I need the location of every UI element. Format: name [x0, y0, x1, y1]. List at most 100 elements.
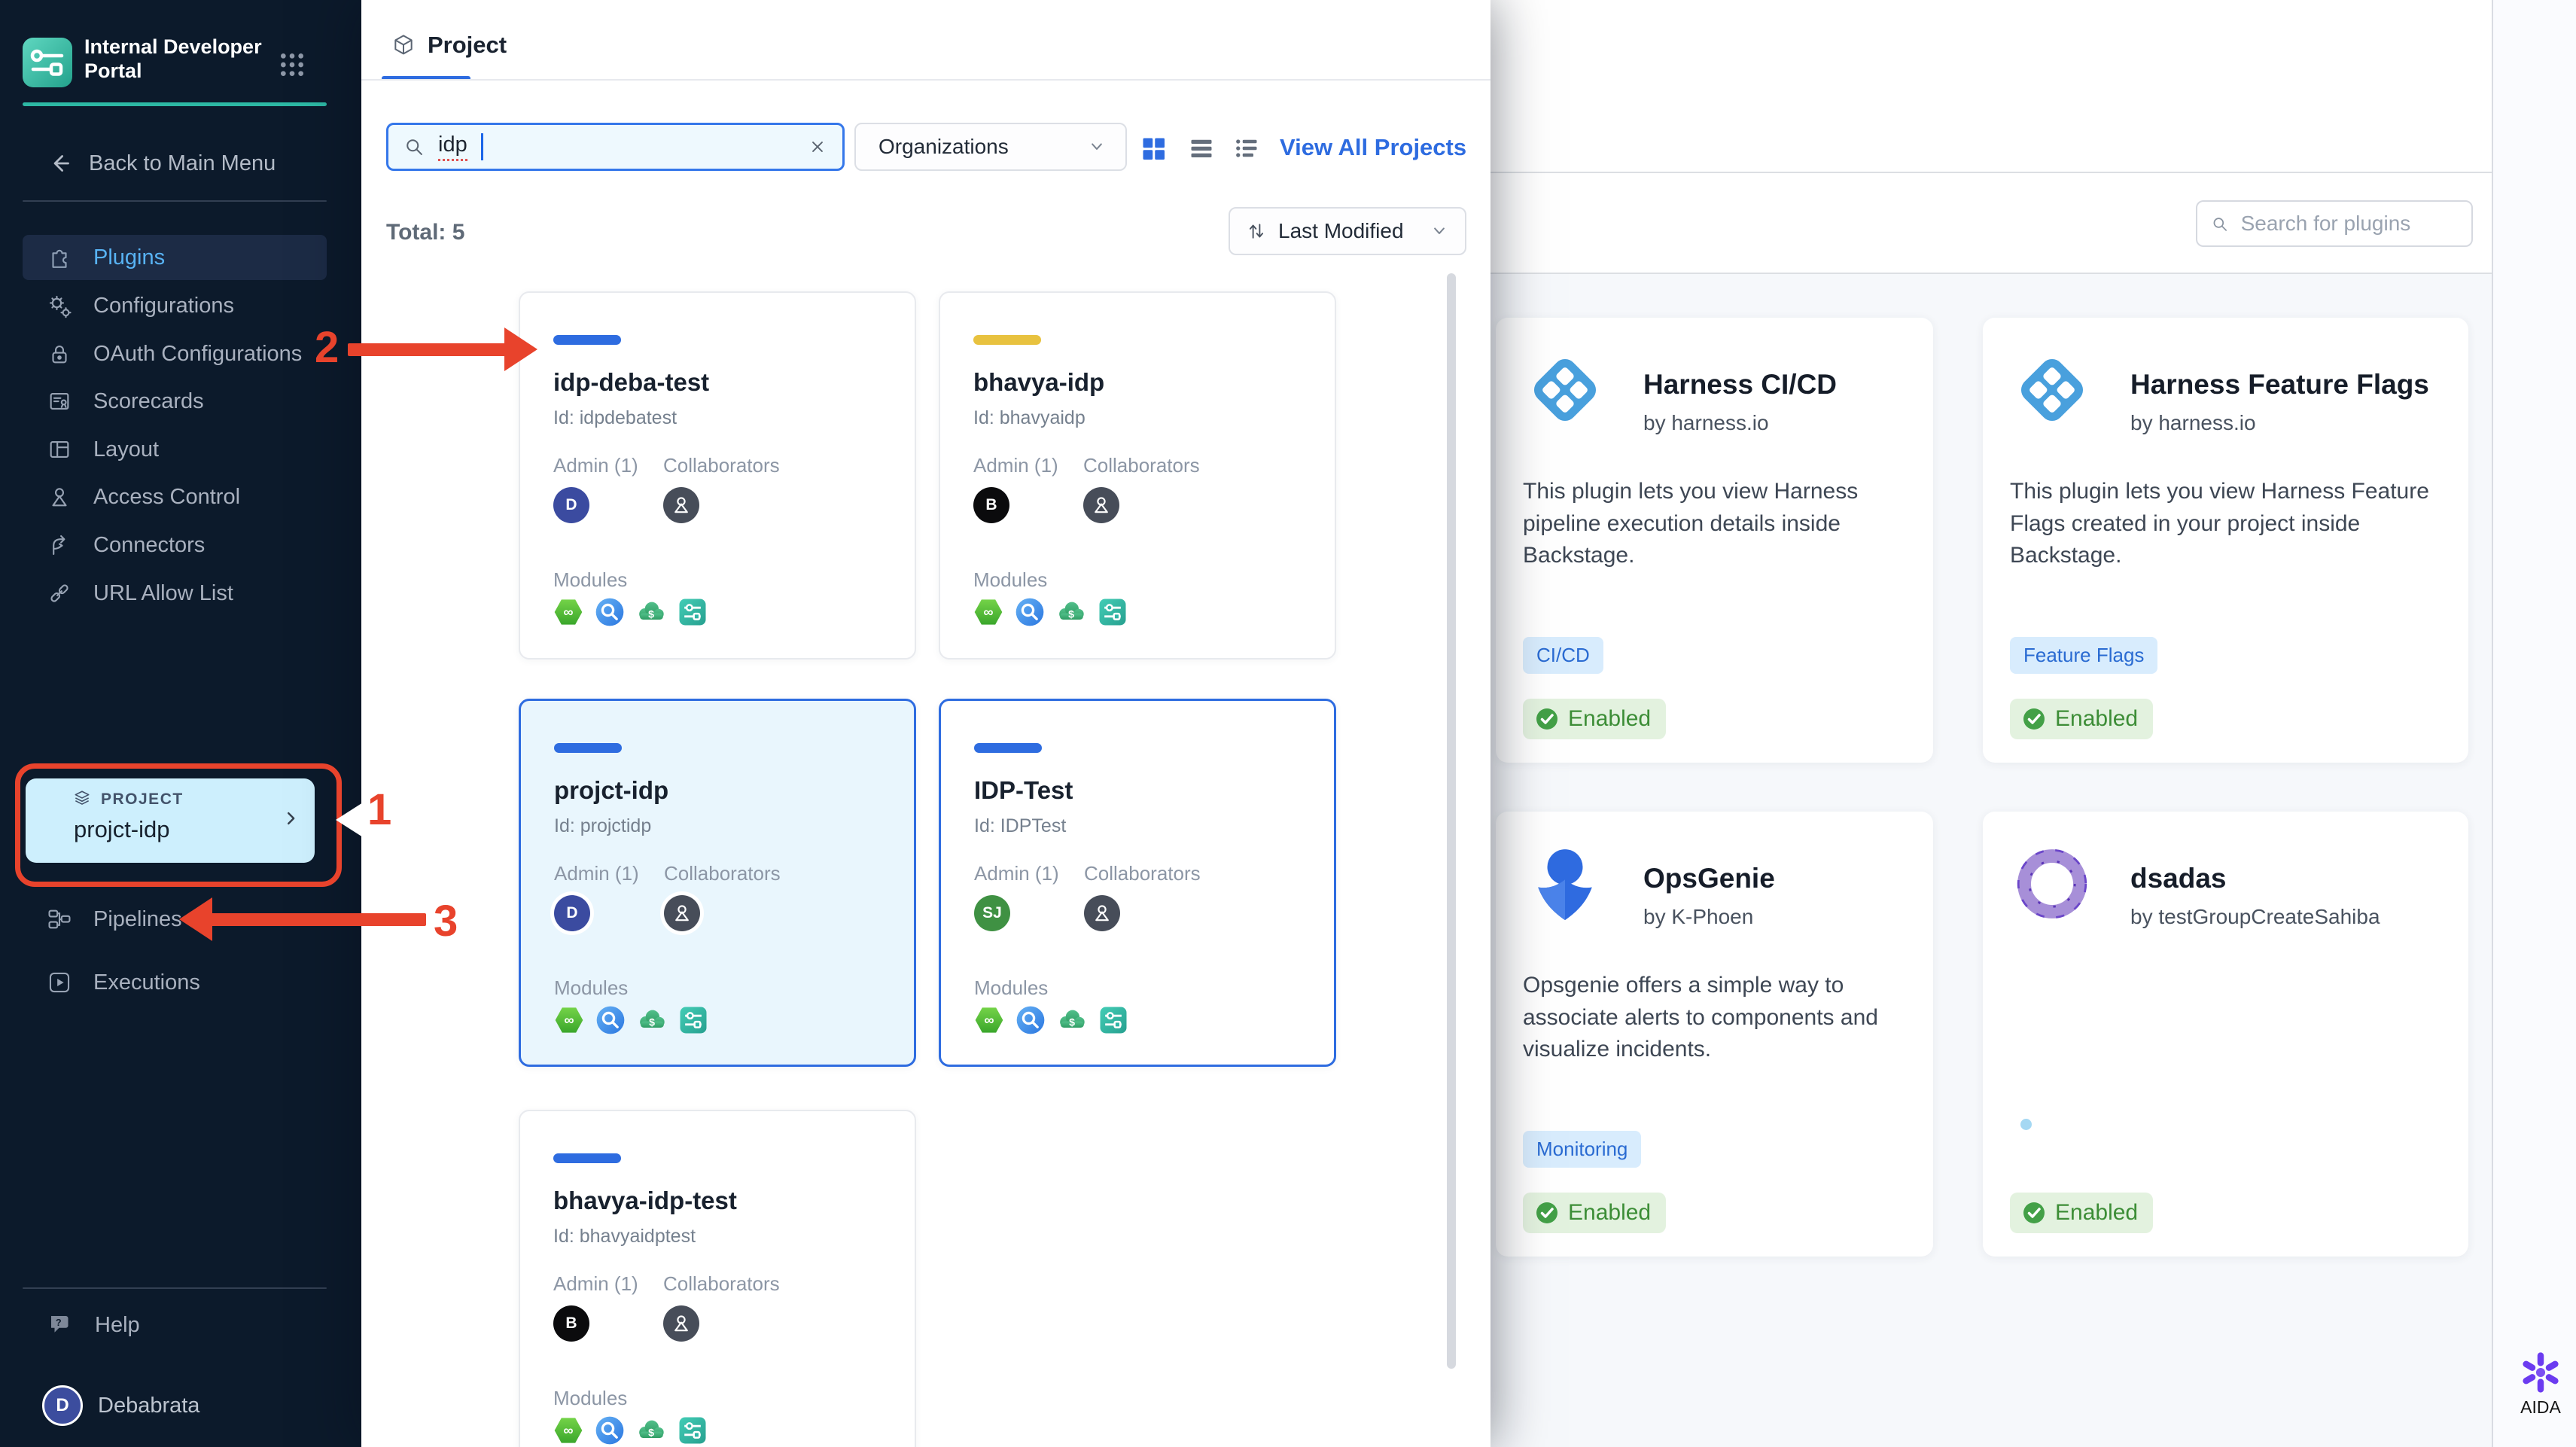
- nav-divider-top: [23, 200, 327, 202]
- project-selector-modal: Project idp Organizations View All Proje…: [361, 0, 1490, 1447]
- module-grid-icon[interactable]: [277, 50, 307, 80]
- plugin-card-opsgenie[interactable]: OpsGenie by K-Phoen Opsgenie offers a si…: [1496, 812, 1933, 1257]
- pipeline-icon: [47, 906, 72, 932]
- total-count: Total: 5: [386, 220, 465, 245]
- search-icon: [2211, 214, 2229, 234]
- ci-module-icon: [553, 1415, 583, 1445]
- admin-avatar: B: [973, 487, 1009, 523]
- project-card-name: projct-idp: [554, 776, 669, 804]
- modules-label: Modules: [553, 1387, 628, 1409]
- list-view-icon[interactable]: [1188, 135, 1215, 162]
- annotation-arrow-3-shaft: [209, 913, 426, 926]
- sidebar-item-layout[interactable]: Layout: [23, 427, 327, 472]
- link-icon: [47, 580, 72, 606]
- sidebar-item-plugins[interactable]: Plugins: [23, 235, 327, 280]
- sidebar-item-oauth-configurations[interactable]: OAuth Configurations: [23, 331, 327, 376]
- collaborators-label: Collaborators: [1083, 454, 1200, 477]
- scorecard-icon: [47, 388, 72, 414]
- plugin-author: by harness.io: [1643, 411, 1769, 434]
- ci-module-icon: [974, 1005, 1004, 1035]
- project-card-bhavya-idp[interactable]: bhavya-idp Id: bhavyaidp Admin (1) Colla…: [939, 291, 1336, 660]
- project-card-id: Id: IDPTest: [974, 815, 1067, 836]
- ccm-module-icon: [636, 597, 666, 627]
- project-card-id: Id: bhavyaidp: [973, 407, 1086, 428]
- branch-icon: [47, 532, 72, 558]
- sort-select[interactable]: Last Modified: [1229, 207, 1466, 255]
- ccm-module-icon: [637, 1005, 667, 1035]
- ci-module-icon: [973, 597, 1003, 627]
- nav-label: Pipelines: [93, 906, 182, 931]
- collaborators-label: Collaborators: [663, 454, 780, 477]
- srm-module-icon: [595, 597, 625, 627]
- module-icons: [553, 597, 708, 627]
- project-search[interactable]: idp: [386, 123, 845, 171]
- idp-logo: [23, 38, 72, 87]
- collaborator-avatar: [1083, 487, 1119, 523]
- project-card-bhavya-idp-test[interactable]: bhavya-idp-test Id: bhavyaidptest Admin …: [519, 1110, 916, 1447]
- aida-widget[interactable]: AIDA: [2514, 1351, 2567, 1418]
- plugin-description: Opsgenie offers a simple way to associat…: [1523, 973, 1878, 1062]
- sidebar-item-scorecards[interactable]: Scorecards: [23, 379, 327, 424]
- plugin-status-badge: Enabled: [2010, 699, 2154, 739]
- idp-module-icon: [1098, 597, 1128, 627]
- sidebar-item-configurations[interactable]: Configurations: [23, 283, 327, 328]
- project-card-idp-deba-test[interactable]: idp-deba-test Id: idpdebatest Admin (1) …: [519, 291, 916, 660]
- srm-module-icon: [1015, 597, 1045, 627]
- tab-divider: [361, 79, 1490, 81]
- modal-scrollbar[interactable]: [1447, 273, 1456, 1369]
- srm-module-icon: [595, 1415, 625, 1445]
- sidebar-item-connectors[interactable]: Connectors: [23, 522, 327, 568]
- collaborator-avatar: [664, 895, 700, 931]
- help-chat-icon: [47, 1311, 74, 1339]
- plugins-search-input[interactable]: [2239, 211, 2458, 236]
- plugin-description: This plugin lets you view Harness pipeli…: [1523, 479, 1859, 568]
- clear-search-icon[interactable]: [808, 137, 827, 157]
- annotation-box-1-pointer: [336, 803, 363, 837]
- modules-label: Modules: [974, 976, 1049, 999]
- plugins-search[interactable]: [2196, 200, 2473, 247]
- annotation-number-3: 3: [434, 897, 458, 946]
- idp-module-icon: [1098, 1005, 1128, 1035]
- plugin-tag: CI/CD: [1523, 637, 1603, 674]
- project-card-projct-idp[interactable]: projct-idp Id: projctidp Admin (1) Colla…: [519, 699, 916, 1067]
- tab-project[interactable]: Project: [391, 32, 507, 59]
- grid-view-icon[interactable]: [1140, 135, 1167, 162]
- text-caret: [480, 133, 483, 160]
- color-bar: [553, 335, 621, 345]
- annotation-number-1: 1: [367, 785, 392, 834]
- project-card-id: Id: idpdebatest: [553, 407, 677, 428]
- ccm-module-icon: [636, 1415, 666, 1445]
- sidebar-item-executions[interactable]: Executions: [23, 960, 327, 1005]
- collaborator-avatar: [663, 487, 699, 523]
- compact-view-icon[interactable]: [1233, 135, 1260, 162]
- play-icon: [47, 970, 72, 995]
- chevron-down-icon: [1086, 136, 1107, 157]
- puzzle-icon: [47, 245, 72, 270]
- plugin-card-dsadas[interactable]: dsadas by testGroupCreateSahiba Enabled: [1983, 812, 2468, 1257]
- module-icons: [554, 1005, 708, 1035]
- sidebar-item-access-control[interactable]: Access Control: [23, 474, 327, 519]
- sidebar-item-help[interactable]: Help: [23, 1302, 327, 1348]
- idp-module-icon: [677, 1415, 708, 1445]
- nav-label: Scorecards: [93, 388, 204, 413]
- module-icons: [973, 597, 1128, 627]
- plugin-card-harness-cicd[interactable]: Harness CI/CD by harness.io This plugin …: [1496, 318, 1933, 763]
- plugin-status-badge: Enabled: [1523, 699, 1667, 739]
- view-all-projects-link[interactable]: View All Projects: [1280, 134, 1466, 161]
- nav-label: URL Allow List: [93, 580, 233, 605]
- modules-label: Modules: [554, 976, 629, 999]
- color-bar: [974, 743, 1042, 753]
- cube-icon: [391, 33, 416, 57]
- chevron-down-icon: [1429, 221, 1450, 242]
- module-icons: [553, 1415, 708, 1445]
- check-icon: [2022, 707, 2046, 731]
- plugin-card-feature-flags[interactable]: Harness Feature Flags by harness.io This…: [1983, 318, 2468, 763]
- person-icon: [47, 484, 72, 510]
- ring-logo-icon: [2010, 842, 2094, 926]
- project-card-idp-test[interactable]: IDP-Test Id: IDPTest Admin (1) Collabora…: [939, 699, 1336, 1067]
- nav-label: Plugins: [93, 245, 166, 270]
- user-menu[interactable]: D Debabrata: [42, 1385, 199, 1426]
- org-filter-select[interactable]: Organizations: [854, 123, 1127, 171]
- sidebar-item-url-allow-list[interactable]: URL Allow List: [23, 571, 327, 616]
- back-to-main-menu[interactable]: Back to Main Menu: [47, 149, 276, 178]
